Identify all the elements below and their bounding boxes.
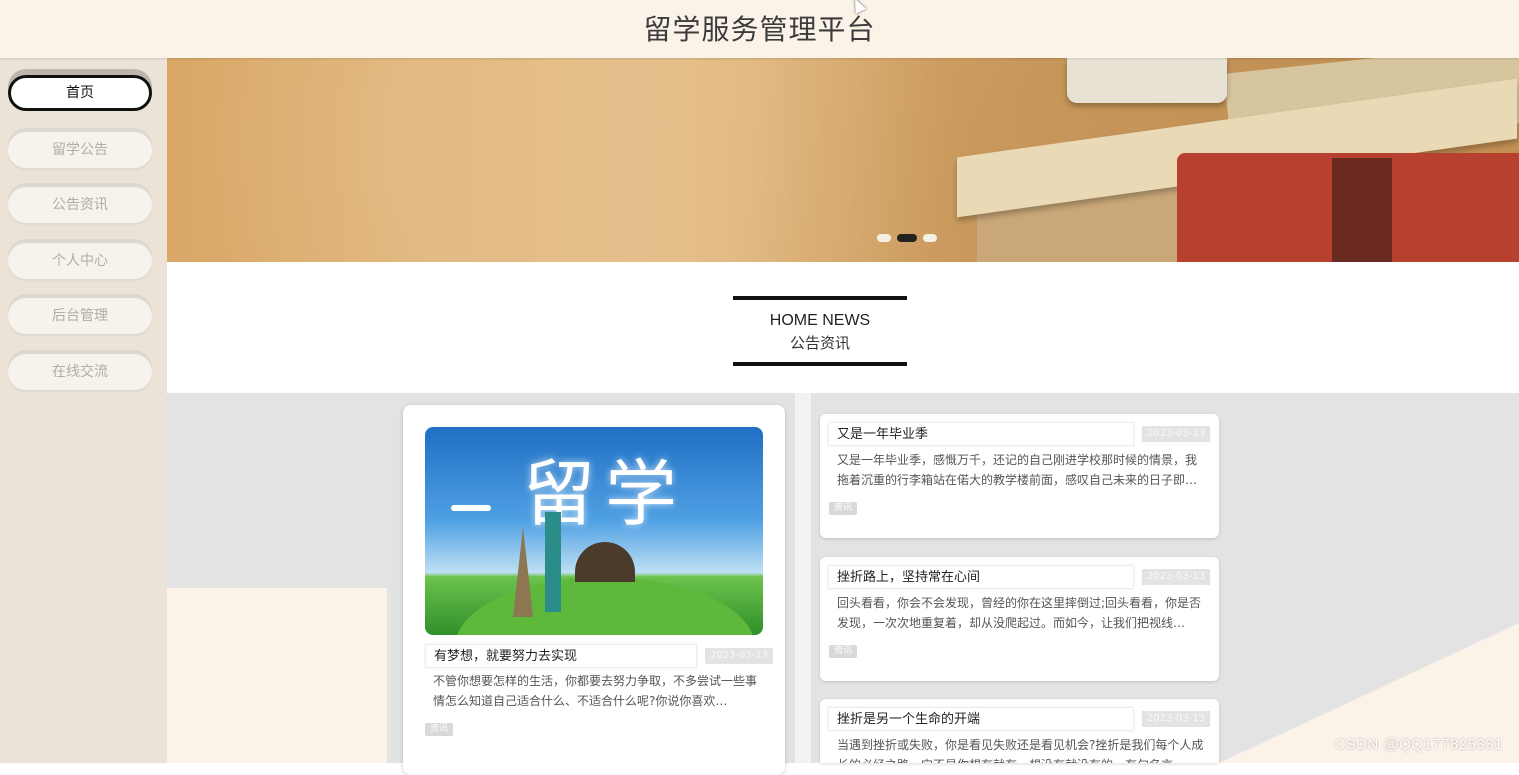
carousel-dot[interactable] <box>923 234 937 242</box>
news-title-row: 又是一年毕业季 2023-03-13 <box>828 422 1211 446</box>
news-title-row: 挫折是另一个生命的开端 2023-03-13 <box>828 707 1211 731</box>
sidebar-item-online-chat[interactable]: 在线交流 <box>8 354 152 390</box>
news-summary-text: 又是一年毕业季，感慨万千，还记的自己刚进学校那时候的情景，我拖着沉重的行李箱站在… <box>837 453 1198 487</box>
banner-book-spine-shape <box>1332 158 1392 262</box>
section-title-en: HOME NEWS <box>769 312 871 329</box>
featured-news-card[interactable]: 留学 有梦想，就要努力去实现 2023-03-13 不管你想要怎样的生活，你都要… <box>403 405 785 775</box>
statue-icon <box>545 512 561 612</box>
banner-carousel[interactable] <box>167 58 1519 262</box>
sidebar-item-admin[interactable]: 后台管理 <box>8 298 152 334</box>
news-date: 2023-03-13 <box>1142 426 1211 442</box>
decorative-panel <box>167 588 387 763</box>
news-tag[interactable]: 资讯 <box>425 723 454 736</box>
news-tag[interactable]: 资讯 <box>829 645 858 658</box>
watermark-text: CSDN @QQ177825331 <box>1334 736 1503 753</box>
sidebar-item-personal-center[interactable]: 个人中心 <box>8 243 152 279</box>
sidebar-item-study-abroad-notice[interactable]: 留学公告 <box>8 132 152 168</box>
globe-shape <box>455 577 755 635</box>
news-summary-text: 回头看看，你会不会发现，曾经的你在这里摔倒过;回头看看，你是否发现，一次次地重复… <box>837 596 1202 630</box>
news-title[interactable]: 挫折路上，坚持常在心间 <box>828 565 1134 589</box>
section-title-zh: 公告资讯 <box>789 334 850 352</box>
featured-title-row: 有梦想，就要努力去实现 2023-03-13 <box>425 644 774 668</box>
carousel-dot[interactable] <box>877 234 891 242</box>
tower-icon <box>513 527 533 617</box>
featured-news-image[interactable]: 留学 <box>425 427 763 635</box>
sidebar-nav: 首页 留学公告 公告资讯 个人中心 后台管理 在线交流 <box>0 58 167 763</box>
news-summary: 回头看看，你会不会发现，曾经的你在这里摔倒过;回头看看，你是否发现，一次次地重复… <box>837 593 1205 633</box>
news-card[interactable]: 挫折路上，坚持常在心间 2023-03-13 回头看看，你会不会发现，曾经的你在… <box>820 557 1219 681</box>
news-summary: 又是一年毕业季，感慨万千，还记的自己刚进学校那时候的情景，我拖着沉重的行李箱站在… <box>837 450 1205 490</box>
news-summary: 当遇到挫折或失败，你是看见失败还是看见机会?挫折是我们每个人成长的必经之路，它不… <box>837 735 1205 763</box>
news-date: 2023-03-13 <box>1142 569 1211 585</box>
news-card[interactable]: 挫折是另一个生命的开端 2023-03-13 当遇到挫折或失败，你是看见失败还是… <box>820 699 1219 763</box>
sidebar-item-news[interactable]: 公告资讯 <box>8 187 152 223</box>
news-summary-text: 当遇到挫折或失败，你是看见失败还是看见机会?挫折是我们每个人成长的必经之路，它不… <box>837 738 1204 763</box>
news-summary: 不管你想要怎样的生活，你都要去努力争取，不多尝试一些事情怎么知道自己适合什么、不… <box>433 671 758 711</box>
temple-icon <box>575 542 635 582</box>
news-summary-text: 不管你想要怎样的生活，你都要去努力争取，不多尝试一些事情怎么知道自己适合什么、不… <box>433 674 758 708</box>
news-title-row: 挫折路上，坚持常在心间 2023-03-13 <box>828 565 1211 589</box>
news-tag[interactable]: 资讯 <box>829 502 858 515</box>
sidebar-item-home[interactable]: 首页 <box>8 75 152 111</box>
news-title[interactable]: 有梦想，就要努力去实现 <box>425 644 697 668</box>
site-title: 留学服务管理平台 <box>643 13 876 46</box>
carousel-indicators <box>877 234 937 242</box>
news-card[interactable]: 又是一年毕业季 2023-03-13 又是一年毕业季，感慨万千，还记的自己刚进学… <box>820 414 1219 538</box>
section-heading: HOME NEWS 公告资讯 <box>733 296 907 366</box>
news-title[interactable]: 又是一年毕业季 <box>828 422 1134 446</box>
column-divider <box>795 393 811 763</box>
news-title[interactable]: 挫折是另一个生命的开端 <box>828 707 1134 731</box>
news-date: 2023-03-13 <box>1142 711 1211 727</box>
airplane-icon <box>451 505 491 511</box>
top-header: 留学服务管理平台 <box>0 0 1519 58</box>
news-date: 2023-03-13 <box>705 648 774 664</box>
banner-binoculars-shape <box>1067 58 1227 103</box>
carousel-dot-active[interactable] <box>897 234 917 242</box>
